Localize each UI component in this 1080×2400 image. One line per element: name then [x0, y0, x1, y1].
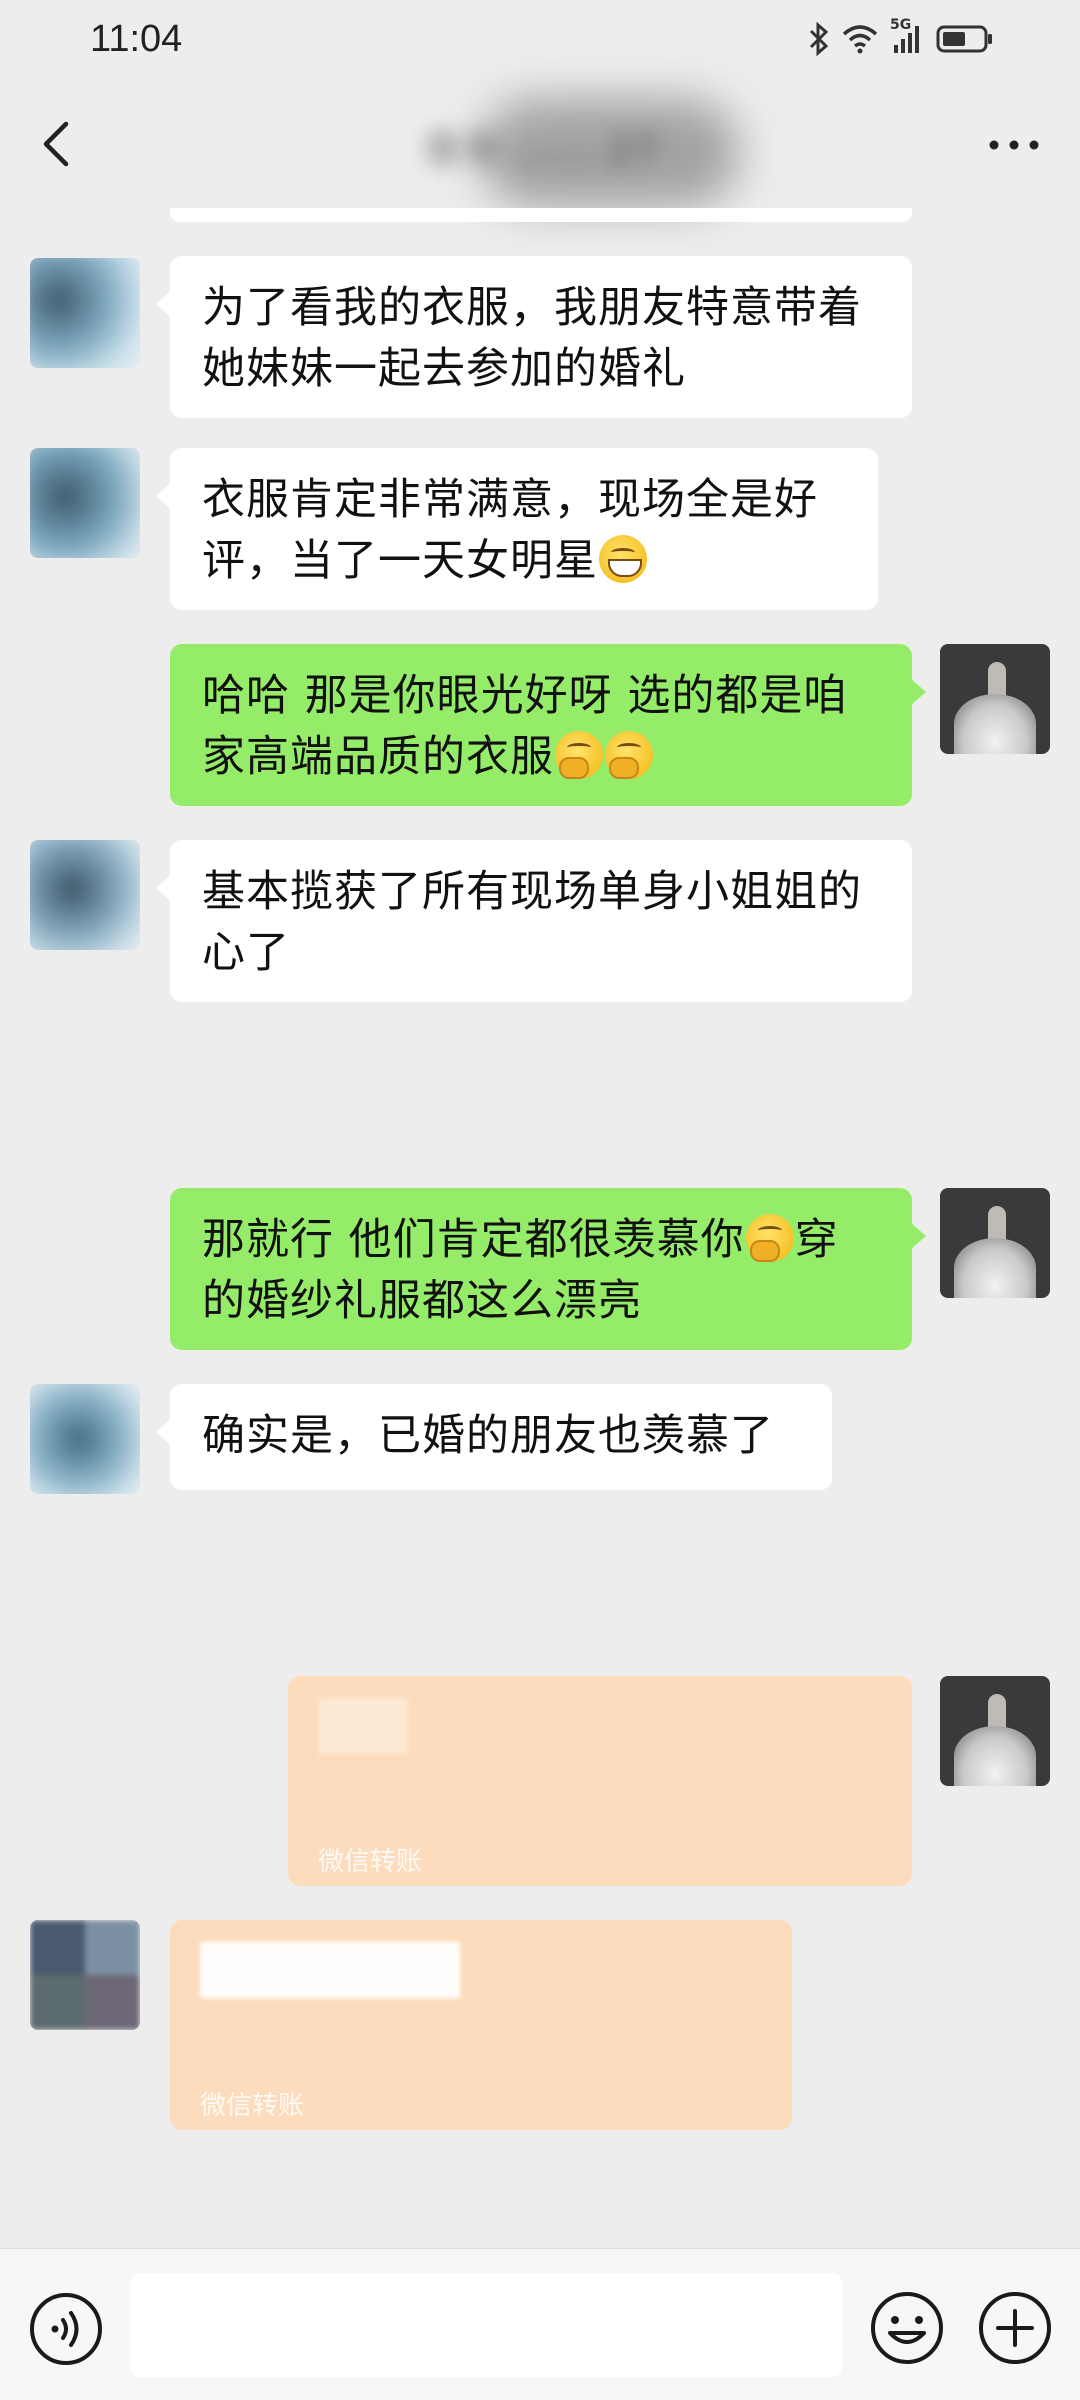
battery-icon [936, 24, 994, 54]
transfer-label: 微信转账 [200, 2091, 305, 2121]
voice-icon [30, 2293, 102, 2365]
transfer-card[interactable]: 微信转账 [288, 1676, 912, 1886]
status-time: 11:04 [90, 18, 183, 60]
message-bubble[interactable]: 确实是，已婚的朋友也羡慕了 [156, 1384, 832, 1490]
contact-avatar[interactable] [30, 258, 140, 368]
contact-avatar[interactable] [30, 1384, 140, 1494]
message-text: 衣服肯定非常满意，现场全是好评，当了一天女明星 [202, 475, 818, 586]
message-text: 为了看我的衣服，我朋友特意带着她妹妹一起去参加的婚礼 [202, 283, 862, 394]
more-actions-button[interactable] [976, 2289, 1054, 2367]
status-icons: 5G [808, 17, 994, 60]
message-text: 确实是，已婚的朋友也羡慕了 [202, 1411, 774, 1461]
transfer-card[interactable]: 微信转账 [170, 1920, 792, 2130]
redacted-transfer-amount [200, 1942, 460, 1998]
message-text: 那就行 他们肯定都很羡慕你 [202, 1215, 745, 1265]
chat-header: 青年 …… 27 [0, 78, 1080, 208]
plus-icon [979, 2292, 1051, 2364]
message-text: 哈哈 那是你眼光好呀 选的都是咱家高端品质的衣服 [202, 671, 848, 782]
network-label: 5G [890, 17, 912, 33]
more-dots-icon [989, 140, 1039, 150]
contact-avatar[interactable] [30, 840, 140, 950]
message-input[interactable] [130, 2273, 842, 2377]
contact-avatar[interactable] [30, 1920, 140, 2030]
emoji-icon [871, 2292, 943, 2364]
my-avatar[interactable] [940, 1188, 1050, 1298]
more-button[interactable] [984, 130, 1044, 160]
transfer-label: 微信转账 [318, 1847, 423, 1877]
message-bubble[interactable]: 衣服肯定非常满意，现场全是好评，当了一天女明星 [156, 448, 878, 610]
message-bubble[interactable]: 哈哈 那是你眼光好呀 选的都是咱家高端品质的衣服 [170, 644, 926, 806]
thinking-emoji-icon [605, 731, 653, 779]
chevron-left-icon [43, 121, 69, 167]
status-bar: 11:04 5G [0, 0, 1080, 78]
bluetooth-icon [808, 22, 830, 56]
emoji-button[interactable] [868, 2289, 946, 2367]
my-avatar[interactable] [940, 1676, 1050, 1786]
back-button[interactable] [36, 116, 80, 172]
message-bubble[interactable]: 那就行 他们肯定都很羡慕你 穿的婚纱礼服都这么漂亮 [170, 1188, 926, 1350]
wifi-icon [842, 24, 878, 54]
signal-icon: 5G [890, 17, 924, 55]
thinking-emoji-icon [555, 731, 603, 779]
thinking-emoji-icon [745, 1214, 794, 1262]
chat-title: 青年 …… 27 [421, 128, 659, 174]
partial-message-bubble [170, 208, 912, 222]
chat-messages[interactable]: 为了看我的衣服，我朋友特意带着她妹妹一起去参加的婚礼 衣服肯定非常满意，现场全是… [0, 208, 1080, 2248]
message-bubble[interactable]: 为了看我的衣服，我朋友特意带着她妹妹一起去参加的婚礼 [156, 256, 912, 418]
voice-button[interactable] [28, 2291, 104, 2367]
input-bar [0, 2248, 1080, 2400]
redacted-transfer-amount [318, 1698, 408, 1754]
message-text: 基本揽获了所有现场单身小姐姐的心了 [202, 867, 862, 978]
grinning-emoji-icon [599, 535, 647, 583]
my-avatar[interactable] [940, 644, 1050, 754]
contact-avatar[interactable] [30, 448, 140, 558]
message-bubble[interactable]: 基本揽获了所有现场单身小姐姐的心了 [156, 840, 912, 1002]
